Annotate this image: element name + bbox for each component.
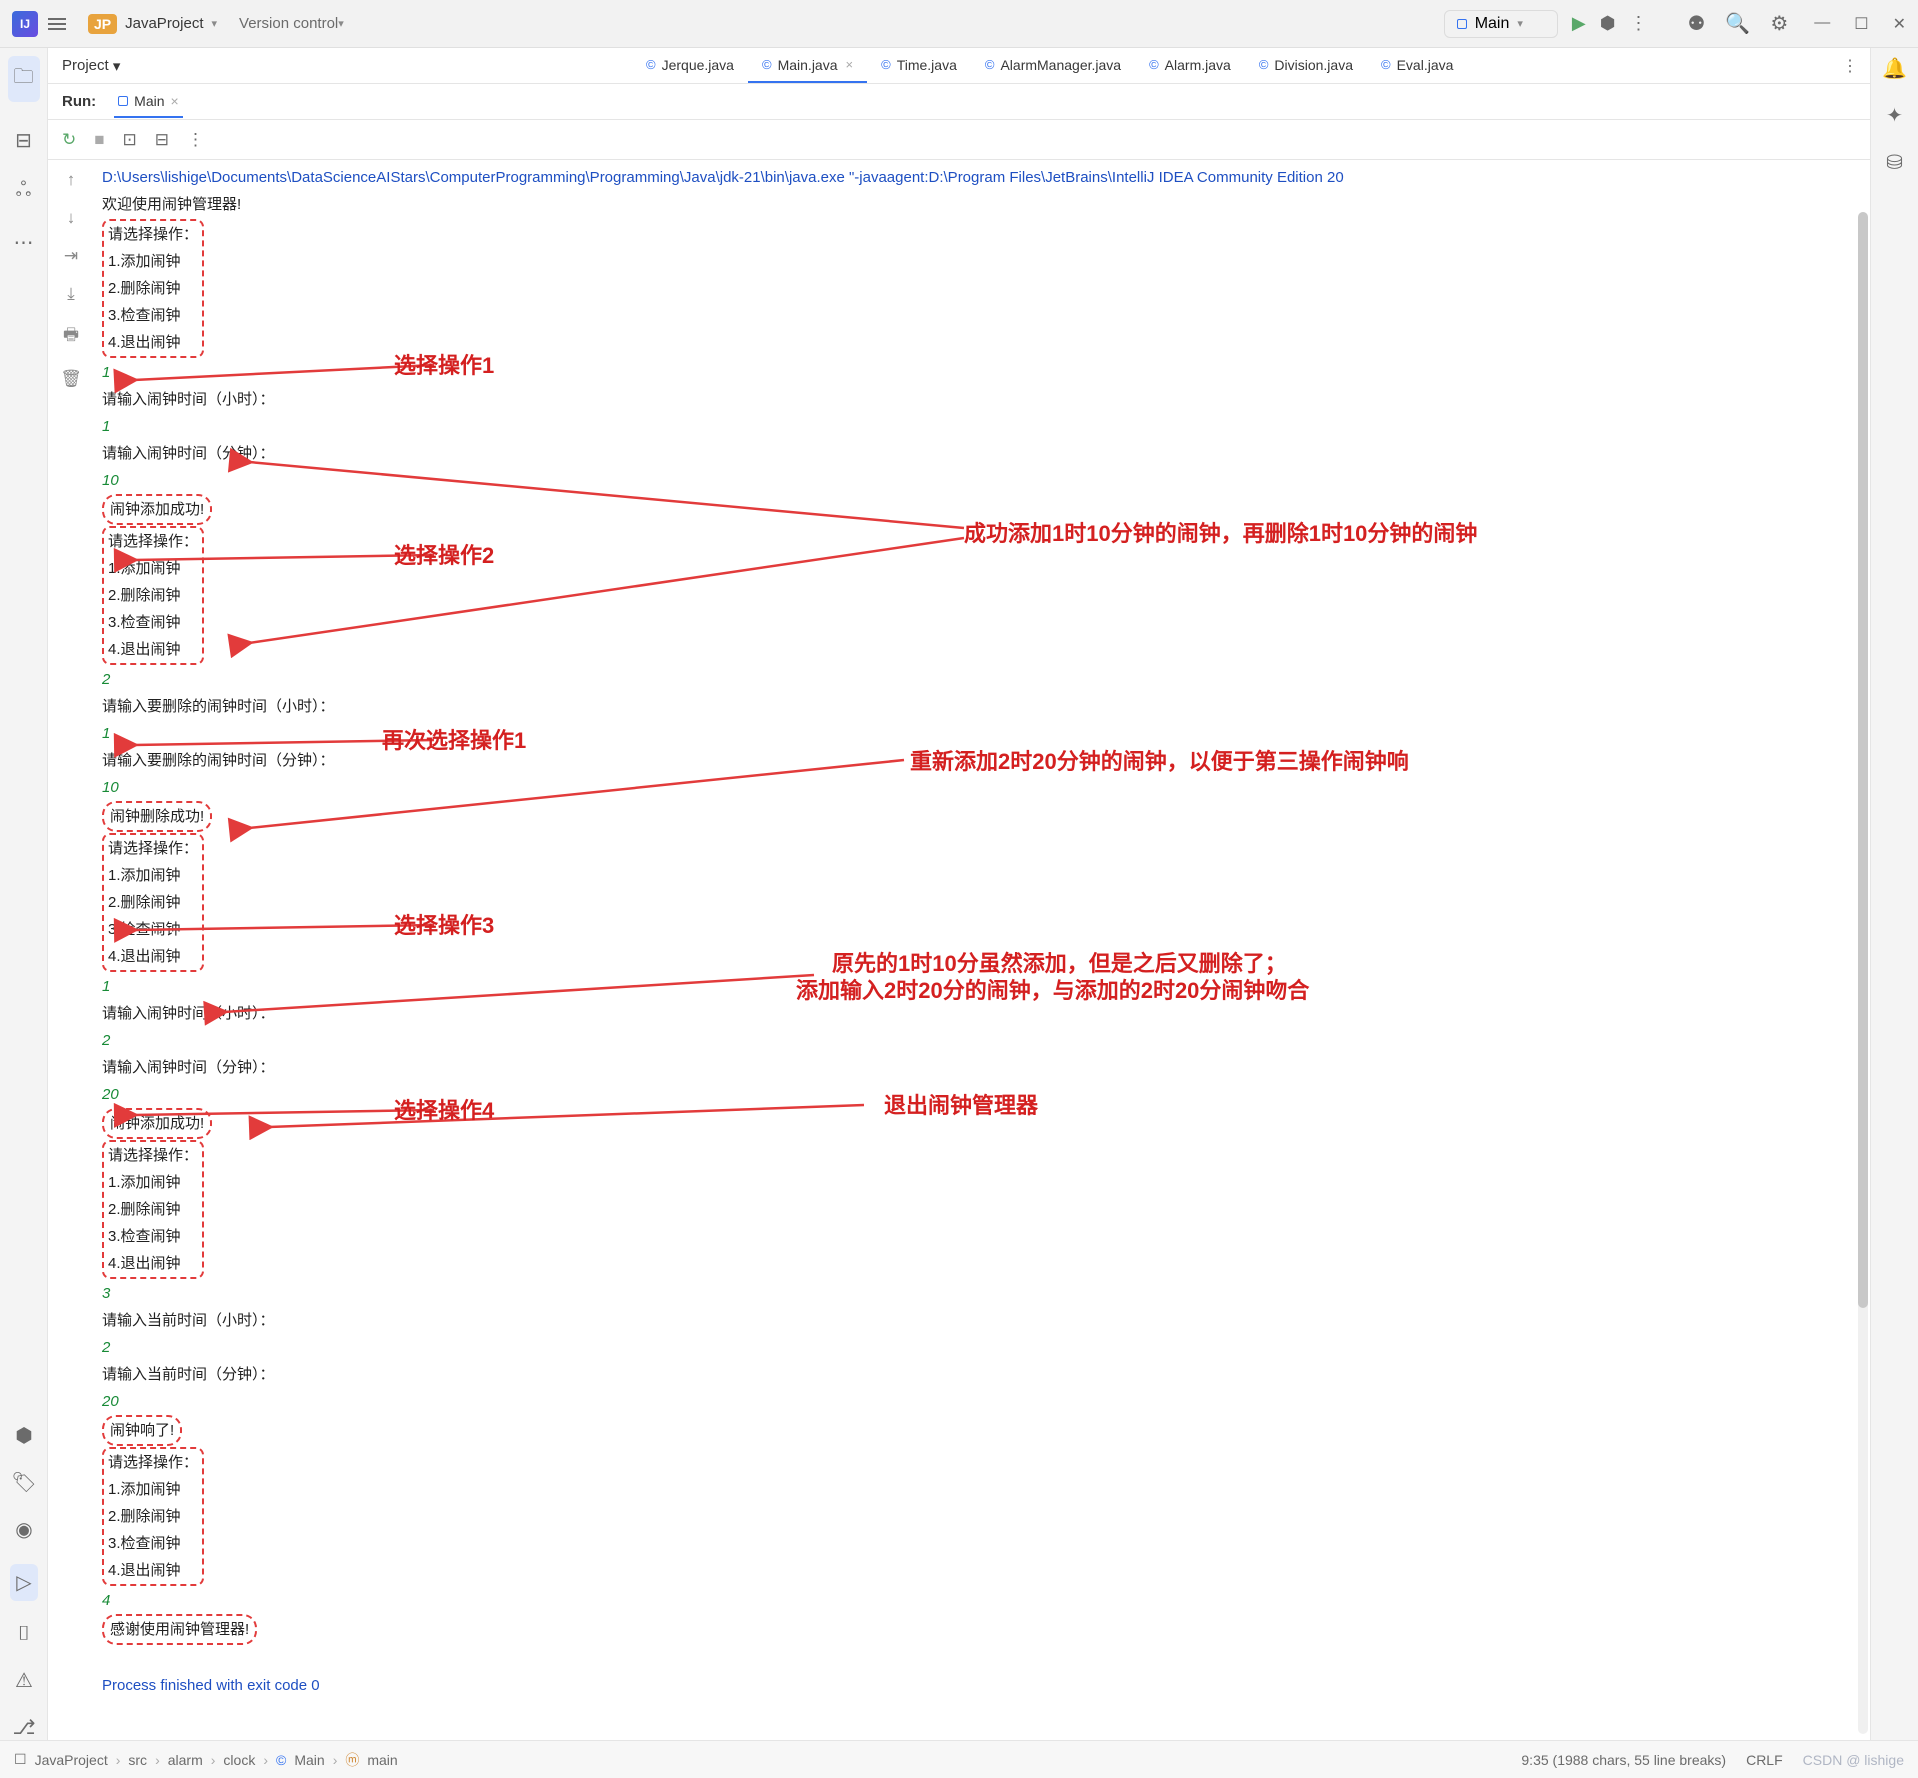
- console-scrollbar[interactable]: [1858, 212, 1868, 1734]
- chevron-down-icon[interactable]: ▾: [212, 17, 218, 30]
- tab-time[interactable]: ©Time.java: [867, 48, 971, 83]
- breadcrumb[interactable]: ☐ JavaProject› src› alarm› clock› © Main…: [14, 1750, 398, 1770]
- code-with-me-icon[interactable]: ⚉: [1687, 11, 1705, 36]
- tab-more-icon[interactable]: ⋮: [1842, 56, 1858, 76]
- more-actions-icon[interactable]: ⋮: [1629, 13, 1647, 34]
- annot-left-2: 选择操作2: [394, 542, 494, 569]
- ide-logo: IJ: [12, 11, 38, 37]
- project-badge: JP: [88, 14, 117, 34]
- annot-right-1: 成功添加1时10分钟的闹钟，再删除1时10分钟的闹钟: [964, 520, 1477, 547]
- database-icon[interactable]: ⛁: [1886, 150, 1903, 175]
- soft-wrap-icon[interactable]: ⇥: [64, 246, 78, 266]
- watermark: CSDN @ lishige: [1803, 1752, 1904, 1768]
- tab-alarm[interactable]: ©Alarm.java: [1135, 48, 1245, 83]
- run-toolbar: ↻ ■ ⊡ ⊟ ⋮: [48, 120, 1870, 160]
- tab-alarmmanager[interactable]: ©AlarmManager.java: [971, 48, 1135, 83]
- run-button[interactable]: ▶: [1572, 13, 1586, 34]
- project-name[interactable]: JavaProject: [125, 15, 203, 32]
- bookmark-tool-icon[interactable]: 🏷: [11, 1470, 36, 1495]
- project-toolwindow-header[interactable]: Project ▾: [48, 48, 152, 84]
- close-button[interactable]: ✕: [1893, 14, 1906, 34]
- run-config-name: Main: [1475, 15, 1510, 33]
- annot-left-1: 选择操作1: [394, 352, 494, 379]
- debug-tool-icon[interactable]: ⬢: [15, 1423, 32, 1448]
- notifications-icon[interactable]: 🔔: [1882, 56, 1907, 81]
- annot-right-4: 退出闹钟管理器: [884, 1092, 1038, 1119]
- scroll-to-end-icon[interactable]: ⤓: [67, 284, 75, 304]
- rerun-icon[interactable]: ↻: [62, 130, 76, 150]
- line-sep[interactable]: CRLF: [1746, 1752, 1783, 1768]
- run-toolwindow-header: Run: Main×: [48, 84, 1870, 120]
- tab-eval[interactable]: ©Eval.java: [1367, 48, 1467, 83]
- run-config-selector[interactable]: Main ▾: [1444, 10, 1558, 38]
- annot-left-3: 再次选择操作1: [382, 727, 526, 754]
- run-label: Run:: [62, 93, 96, 110]
- run-tab[interactable]: Main×: [114, 86, 183, 118]
- commit-tool-icon[interactable]: ⊟: [15, 128, 32, 153]
- problems-tool-icon[interactable]: ⚠: [15, 1668, 33, 1693]
- annot-right-3b: 添加输入2时20分的闹钟，与添加的2时20分闹钟吻合: [796, 977, 1309, 1004]
- main-menu-icon[interactable]: [48, 12, 72, 36]
- status-bar: ☐ JavaProject› src› alarm› clock› © Main…: [0, 1740, 1918, 1778]
- bottom-toolrail: ⬢ 🏷 ◉ ▷ ⌷ ⚠ ⎇: [0, 1423, 48, 1740]
- project-tool-icon[interactable]: 🗀: [8, 56, 40, 102]
- editor-tabs: ©Jerque.java ©Main.java× ©Time.java ©Ala…: [152, 48, 1870, 84]
- tab-main[interactable]: ©Main.java×: [748, 48, 867, 83]
- more-icon[interactable]: ⋮: [187, 130, 204, 150]
- more-tool-icon[interactable]: ⋯: [14, 230, 34, 255]
- java-command: D:\Users\lishige\Documents\DataScienceAI…: [102, 164, 1862, 191]
- annot-left-5: 选择操作4: [394, 1097, 494, 1124]
- run-tool-icon[interactable]: ▷: [10, 1564, 37, 1601]
- git-tool-icon[interactable]: ⎇: [12, 1715, 35, 1740]
- tab-jerque[interactable]: ©Jerque.java: [632, 48, 748, 83]
- settings-icon[interactable]: ⚙: [1770, 11, 1788, 36]
- console-gutter: ↑ ↓ ⇥ ⤓ 🖶 🗑: [48, 160, 94, 1740]
- annot-right-2: 重新添加2时20分钟的闹钟，以便于第三操作闹钟响: [910, 748, 1409, 775]
- scroll-up-icon[interactable]: ↑: [67, 170, 76, 190]
- scroll-down-icon[interactable]: ↓: [67, 208, 76, 228]
- exit-icon[interactable]: ⊟: [155, 130, 169, 150]
- topbar: IJ JP JavaProject ▾ Version control ▾ Ma…: [0, 0, 1918, 48]
- console-output[interactable]: D:\Users\lishige\Documents\DataScienceAI…: [94, 160, 1870, 1740]
- print-icon[interactable]: 🖶: [63, 322, 79, 351]
- right-toolrail: 🔔 ✦ ⛁: [1870, 48, 1918, 1740]
- ai-icon[interactable]: ✦: [1886, 103, 1903, 128]
- vcs-menu[interactable]: Version control: [239, 15, 338, 32]
- minimize-button[interactable]: —: [1814, 14, 1830, 34]
- structure-tool-icon[interactable]: ஃ: [16, 179, 32, 204]
- terminal-tool-icon[interactable]: ⌷: [18, 1623, 30, 1646]
- chevron-down-icon[interactable]: ▾: [338, 17, 344, 30]
- clear-icon[interactable]: 🗑: [60, 369, 82, 389]
- debug-button[interactable]: ⬢: [1600, 13, 1616, 34]
- annot-left-4: 选择操作3: [394, 912, 494, 939]
- annot-right-3a: 原先的1时10分虽然添加，但是之后又删除了；: [832, 950, 1287, 977]
- tab-division[interactable]: ©Division.java: [1245, 48, 1367, 83]
- search-icon[interactable]: 🔍: [1725, 11, 1750, 36]
- maximize-button[interactable]: ☐: [1854, 14, 1868, 34]
- pause-icon[interactable]: ⊡: [123, 130, 137, 150]
- stop-icon[interactable]: ■: [94, 130, 104, 150]
- cursor-pos[interactable]: 9:35 (1988 chars, 55 line breaks): [1521, 1752, 1726, 1768]
- services-tool-icon[interactable]: ◉: [15, 1517, 32, 1542]
- run-config-icon: [1457, 19, 1467, 29]
